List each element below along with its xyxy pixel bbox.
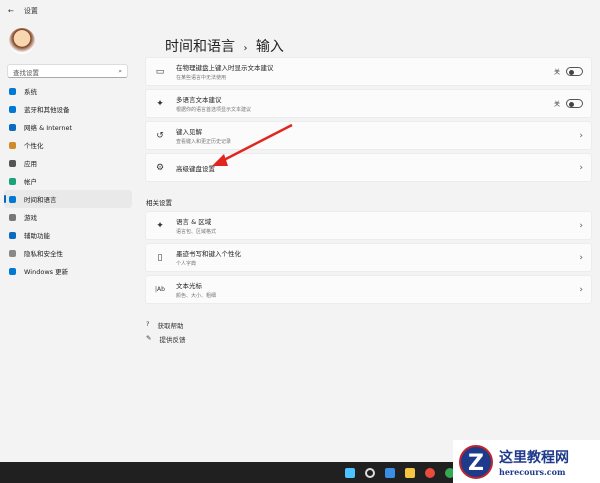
file-explorer-icon[interactable]	[405, 467, 415, 478]
watermark-logo: Z	[459, 444, 493, 479]
watermark-name: 这里教程网	[499, 449, 569, 466]
annotation-arrow	[212, 123, 293, 166]
browser-icon[interactable]	[425, 467, 435, 478]
watermark-url: herecours.com	[499, 466, 566, 477]
watermark: Z 这里教程网 herecours.com	[453, 440, 600, 483]
start-icon[interactable]	[345, 467, 355, 478]
task-view-icon[interactable]	[385, 467, 395, 478]
search-icon[interactable]	[365, 467, 375, 478]
